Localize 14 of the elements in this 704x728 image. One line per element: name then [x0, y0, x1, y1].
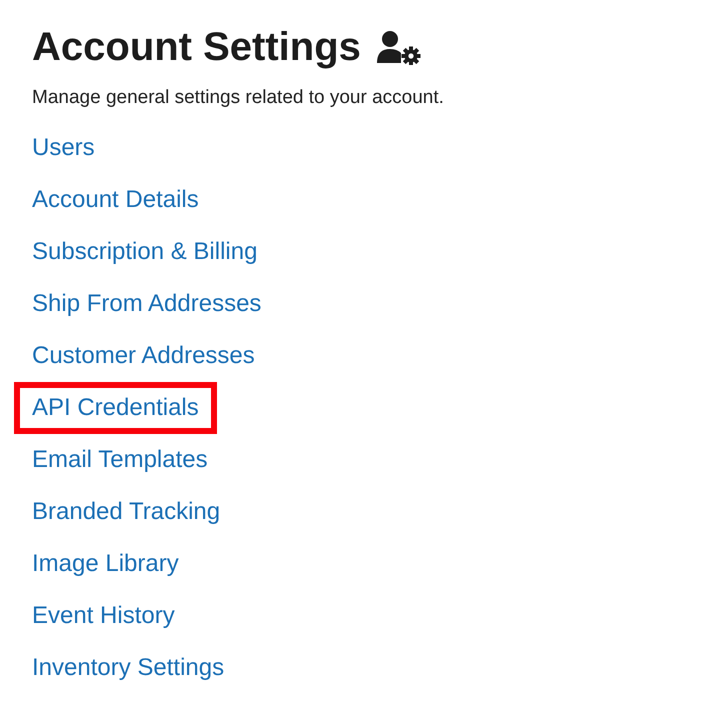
settings-link[interactable]: Email Templates	[32, 446, 208, 474]
settings-link[interactable]: Inventory Settings	[32, 654, 224, 682]
settings-link[interactable]: API Credentials	[32, 394, 199, 422]
settings-link[interactable]: Customer Addresses	[32, 342, 255, 370]
settings-link[interactable]: Image Library	[32, 550, 179, 578]
settings-link[interactable]: Users	[32, 134, 95, 162]
page-description: Manage general settings related to your account.	[32, 86, 445, 110]
settings-link[interactable]: Subscription & Billing	[32, 238, 258, 266]
settings-link[interactable]: Account Details	[32, 186, 199, 214]
page-title: Account Settings	[32, 24, 361, 71]
settings-link[interactable]: Branded Tracking	[32, 498, 220, 526]
user-gear-icon	[374, 29, 421, 65]
settings-link[interactable]: Ship From Addresses	[32, 290, 262, 318]
settings-link[interactable]: Event History	[32, 602, 175, 630]
